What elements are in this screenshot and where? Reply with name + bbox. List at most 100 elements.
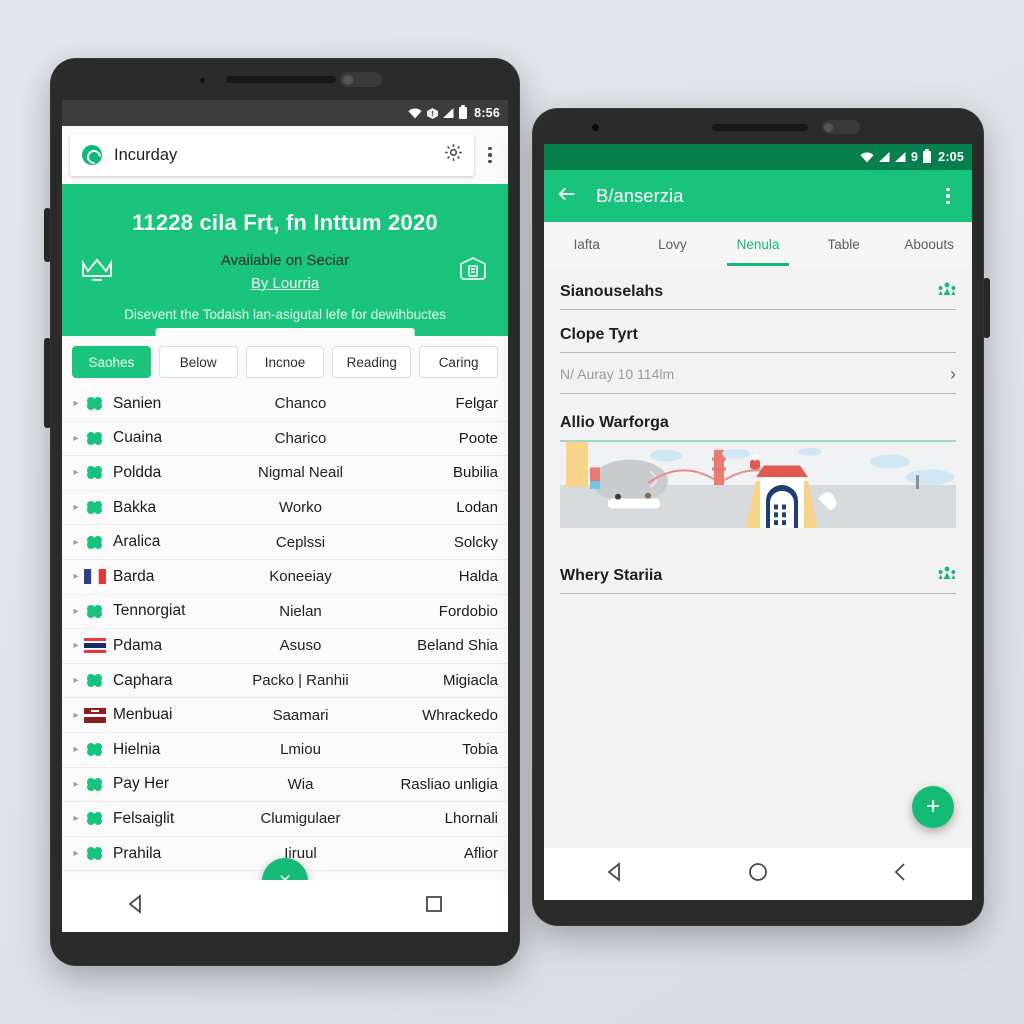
row-name: Bakka [113,498,157,516]
table-row[interactable]: ▸ Barda Koneeiay Halda [62,560,508,595]
chevron-right-icon[interactable]: › [950,365,956,383]
nav-back-triangle-icon[interactable] [124,892,148,921]
row-middle: Nielan [279,602,322,620]
flag-icon [84,673,106,688]
flag-icon [84,500,106,515]
hero-footer-text: Disevent the Todalsh lan-asigutal lefe f… [124,307,446,322]
chip-reading[interactable]: Reading [332,346,412,378]
status-time-right: 2:05 [938,150,964,164]
search-input[interactable]: Incurday [70,134,474,176]
power-button-right-device[interactable] [983,278,990,338]
expand-caret-icon[interactable]: ▸ [68,779,84,790]
flag-icon [84,431,106,446]
table-row[interactable]: ▸ Hielnia Lmiou Tobia [62,733,508,768]
table-row[interactable]: ▸ Tennorgiat Nielan Fordobio [62,595,508,630]
power-button-left-device[interactable] [44,208,51,262]
row-name: Pdama [113,636,163,654]
expand-caret-icon[interactable]: ▸ [68,571,84,582]
row-name: Hielnia [113,740,161,758]
row-middle: Wia [287,775,314,793]
flag-icon [84,604,106,619]
gear-icon[interactable] [443,142,464,168]
tab-aboouts[interactable]: Aboouts [886,222,972,266]
table-row[interactable]: ▸ Caphara Packo | Ranhii Migiacla [62,664,508,699]
nav-chevron-left-icon[interactable] [889,860,913,889]
expand-caret-icon[interactable]: ▸ [68,640,84,651]
expand-caret-icon[interactable]: ▸ [68,675,84,686]
row-right: Lhornali [444,810,498,828]
row-name: Felsaiglit [113,809,175,827]
expand-caret-icon[interactable]: ▸ [68,537,84,548]
certificate-icon [454,255,492,290]
hero-author-link[interactable]: By Lourria [251,275,319,292]
table-row[interactable]: ▸ Aralica Ceplssi Solcky [62,525,508,560]
row-name: Cuaina [113,429,163,447]
expand-caret-icon[interactable]: ▸ [68,848,84,859]
expand-caret-icon[interactable]: ▸ [68,433,84,444]
table-row[interactable]: ▸ Cuaina Charico Poote [62,422,508,457]
hero-title: 11228 cila Frt, fn Inttum 2020 [132,210,438,235]
overflow-menu-icon[interactable] [478,146,502,164]
status-bar-left: ! 8:56 [62,100,508,126]
row-name: Barda [113,567,155,585]
flag-icon [84,742,106,757]
nav-back-triangle-icon[interactable] [603,860,627,889]
people-group-icon[interactable] [938,566,956,585]
row-right: Felgar [455,395,498,413]
detail-field-row[interactable]: N/ Auray 10 114lm › [560,353,956,394]
row-right: Rasliao unligia [400,775,498,793]
data-list: ▸ Sanien Chanco Felgar ▸ Cuaina Charico Poote ▸ P… [62,387,508,872]
row-name: Tennorgiat [113,602,186,620]
row-right: Whrackedo [422,706,498,724]
table-row[interactable]: ▸ Poldda Nigmal Neail Bubilia [62,456,508,491]
row-name: Menbuai [113,706,173,724]
battery-icon [923,149,932,163]
table-row[interactable]: ▸ Bakka Worko Lodan [62,491,508,526]
expand-caret-icon[interactable]: ▸ [68,813,84,824]
row-name: Sanien [113,394,162,412]
table-row[interactable]: ▸ Felsaiglit Clumigulaer Lhornali [62,802,508,837]
flag-icon [84,396,106,411]
flag-icon [84,569,106,585]
expand-caret-icon[interactable]: ▸ [68,398,84,409]
tab-lovy[interactable]: Lovy [630,222,716,266]
row-middle: Asuso [279,637,322,655]
add-fab-button[interactable]: + [912,786,954,828]
chip-caring[interactable]: Caring [419,346,498,378]
table-row[interactable]: ▸ Pdama Asuso Beland Shia [62,629,508,664]
people-group-icon[interactable] [938,282,956,301]
flag-icon [84,465,106,480]
chip-below[interactable]: Below [158,346,238,378]
tab-nenula[interactable]: Nenula [715,222,801,266]
tab-table[interactable]: Table [801,222,887,266]
overflow-menu-icon[interactable] [936,187,960,205]
section-sianouselahs[interactable]: Sianouselahs [560,266,956,310]
back-arrow-icon[interactable] [556,183,578,210]
row-right: Beland Shia [417,637,498,655]
status-bar-right: 9 2:05 [544,144,972,170]
expand-caret-icon[interactable]: ▸ [68,744,84,755]
hero-banner: 11228 cila Frt, fn Inttum 2020 Available… [62,184,508,342]
nav-home-circle-icon[interactable] [746,860,770,889]
section-whery-stariia[interactable]: Whery Stariia [560,550,956,594]
table-row[interactable]: ▸ Pay Her Wia Rasliao unligia [62,768,508,803]
volume-button-left-device[interactable] [44,338,51,428]
chip-incnoe[interactable]: Incnoe [245,346,325,378]
expand-caret-icon[interactable]: ▸ [68,467,84,478]
hero-sheet-handle [155,328,415,342]
chip-saohes[interactable]: Saohes [72,346,151,378]
front-camera [200,78,205,83]
flag-icon [84,777,106,792]
nav-recents-square-icon[interactable] [422,892,446,921]
expand-caret-icon[interactable]: ▸ [68,502,84,513]
tab-content-panel: Sianouselahs Clope Tyrt N/ Auray 10 114l… [544,266,972,900]
expand-caret-icon[interactable]: ▸ [68,606,84,617]
earpiece-speaker-right [712,124,808,131]
illustration-label: Allio Warforga [560,414,669,431]
front-camera-lens [343,75,353,85]
row-right: Halda [458,568,498,586]
table-row[interactable]: ▸ Menbuai Saamari Whrackedo [62,698,508,733]
tab-iafta[interactable]: Iafta [544,222,630,266]
expand-caret-icon[interactable]: ▸ [68,710,84,721]
table-row[interactable]: ▸ Sanien Chanco Felgar [62,387,508,422]
